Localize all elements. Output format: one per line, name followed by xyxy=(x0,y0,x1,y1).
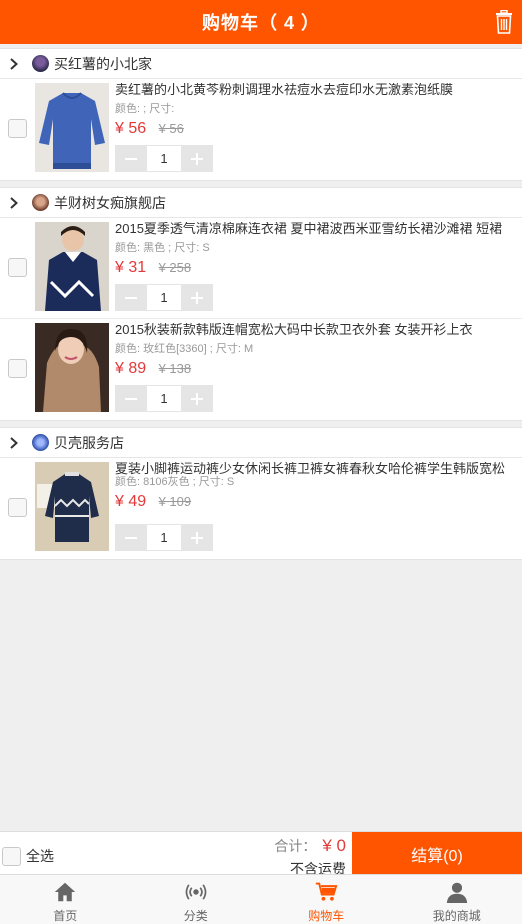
total-label: 合计： xyxy=(274,838,317,854)
cart-list: 买红薯的小北家 卖红薯的小北黄芩粉刺调理水祛痘水去痘印水无激素泡纸膜 颜色: ;… xyxy=(0,44,522,560)
quantity-input[interactable]: 1 xyxy=(147,284,181,311)
user-icon xyxy=(446,882,467,903)
item-original-price: ¥ 56 xyxy=(158,121,184,136)
tab-profile[interactable]: 我的商城 xyxy=(392,875,522,924)
checkout-button[interactable]: 结算(0) xyxy=(352,832,522,875)
increase-button[interactable] xyxy=(181,284,213,311)
tab-label: 首页 xyxy=(53,909,78,923)
increase-button[interactable] xyxy=(181,524,213,551)
item-spec: 颜色: 8106灰色 ; 尺寸: S xyxy=(115,476,235,488)
page-title: 购物车（ 4 ） xyxy=(201,13,320,33)
item-checkbox[interactable] xyxy=(8,119,27,138)
checkout-bar: 全选 合计： ¥ 0 不含运费 结算(0) xyxy=(0,831,522,877)
chevron-right-icon xyxy=(10,57,18,70)
item-price: ¥ 89 xyxy=(115,360,147,377)
item-spec: 颜色: ; 尺寸: xyxy=(115,103,175,115)
quantity-input[interactable]: 1 xyxy=(147,385,181,412)
increase-button[interactable] xyxy=(181,145,213,172)
shop-group: 贝壳服务店 夏装小脚裤运动裤少女休闲长裤卫裤女裤春秋女哈伦裤学生韩版宽松 颜色:… xyxy=(0,427,522,560)
decrease-button[interactable] xyxy=(115,524,147,551)
product-image[interactable] xyxy=(35,83,109,172)
total-amount: ¥ 0 xyxy=(322,836,346,855)
shop-header[interactable]: 贝壳服务店 xyxy=(0,428,522,458)
plus-icon xyxy=(191,152,203,165)
shop-header[interactable]: 买红薯的小北家 xyxy=(0,49,522,79)
cart-item: 2015秋装新款韩版连帽宽松大码中长款卫衣外套 女装开衫上衣 颜色: 玫红色[3… xyxy=(0,319,522,420)
plus-icon xyxy=(191,291,203,304)
item-original-price: ¥ 258 xyxy=(158,260,192,275)
broadcast-icon xyxy=(185,884,207,900)
item-spec: 颜色: 玫红色[3360] ; 尺寸: M xyxy=(115,343,254,355)
select-all-toggle[interactable]: 全选 xyxy=(2,846,54,866)
decrease-button[interactable] xyxy=(115,145,147,172)
quantity-stepper: 1 xyxy=(115,145,213,172)
quantity-stepper: 1 xyxy=(115,385,213,412)
item-checkbox[interactable] xyxy=(8,359,27,378)
increase-button[interactable] xyxy=(181,385,213,412)
tab-cart[interactable]: 购物车 xyxy=(261,875,392,924)
item-title[interactable]: 2015夏季透气清凉棉麻连衣裙 夏中裙波西米亚雪纺长裙沙滩裙 短裙 xyxy=(115,222,514,236)
app-header: 购物车（ 4 ） xyxy=(0,0,522,44)
shop-group: 羊财树女痴旗舰店 2015夏季透气清凉棉麻连衣裙 夏中裙波西米亚雪纺长裙沙滩裙 … xyxy=(0,187,522,421)
decrease-button[interactable] xyxy=(115,385,147,412)
cart-item: 2015夏季透气清凉棉麻连衣裙 夏中裙波西米亚雪纺长裙沙滩裙 短裙 颜色: 黑色… xyxy=(0,218,522,319)
shop-name[interactable]: 买红薯的小北家 xyxy=(54,54,152,74)
shop-name[interactable]: 羊财树女痴旗舰店 xyxy=(54,193,166,213)
item-title[interactable]: 夏装小脚裤运动裤少女休闲长裤卫裤女裤春秋女哈伦裤学生韩版宽松 xyxy=(115,462,514,476)
shop-header[interactable]: 羊财树女痴旗舰店 xyxy=(0,188,522,218)
quantity-stepper: 1 xyxy=(115,524,213,551)
item-spec: 颜色: 黑色 ; 尺寸: S xyxy=(115,242,210,254)
shop-avatar xyxy=(32,55,49,72)
minus-icon xyxy=(125,397,137,400)
item-original-price: ¥ 109 xyxy=(158,494,192,509)
shop-group: 买红薯的小北家 卖红薯的小北黄芩粉刺调理水祛痘水去痘印水无激素泡纸膜 颜色: ;… xyxy=(0,48,522,181)
trash-icon[interactable] xyxy=(494,10,514,34)
decrease-button[interactable] xyxy=(115,284,147,311)
item-price: ¥ 49 xyxy=(115,493,147,510)
select-all-checkbox[interactable] xyxy=(2,846,21,866)
item-checkbox[interactable] xyxy=(8,258,27,277)
tab-home[interactable]: 首页 xyxy=(0,875,131,924)
bottom-tab-bar: 首页 分类 购物车 我的商城 xyxy=(0,874,522,924)
item-title[interactable]: 2015秋装新款韩版连帽宽松大码中长款卫衣外套 女装开衫上衣 xyxy=(115,323,514,337)
item-original-price: ¥ 138 xyxy=(158,361,192,376)
total-summary: 合计： ¥ 0 不含运费 xyxy=(274,836,346,879)
shop-avatar xyxy=(32,434,49,451)
shop-avatar xyxy=(32,194,49,211)
chevron-right-icon xyxy=(10,196,18,209)
tab-label: 分类 xyxy=(183,909,208,923)
item-price: ¥ 31 xyxy=(115,259,147,276)
quantity-stepper: 1 xyxy=(115,284,213,311)
select-all-label: 全选 xyxy=(26,848,54,864)
item-price: ¥ 56 xyxy=(115,120,147,137)
minus-icon xyxy=(125,157,137,160)
plus-icon xyxy=(191,392,203,405)
home-icon xyxy=(55,882,76,902)
shop-name[interactable]: 贝壳服务店 xyxy=(54,433,124,453)
quantity-input[interactable]: 1 xyxy=(147,524,181,551)
cart-icon xyxy=(316,882,338,901)
product-image[interactable] xyxy=(35,462,109,551)
cart-item: 卖红薯的小北黄芩粉刺调理水祛痘水去痘印水无激素泡纸膜 颜色: ; 尺寸: ¥ 5… xyxy=(0,79,522,180)
chevron-right-icon xyxy=(10,436,18,449)
minus-icon xyxy=(125,536,137,539)
tab-category[interactable]: 分类 xyxy=(131,875,262,924)
product-image[interactable] xyxy=(35,323,109,412)
plus-icon xyxy=(191,531,203,544)
minus-icon xyxy=(125,296,137,299)
tab-label: 我的商城 xyxy=(432,909,481,923)
item-checkbox[interactable] xyxy=(8,498,27,517)
product-image[interactable] xyxy=(35,222,109,311)
cart-item: 夏装小脚裤运动裤少女休闲长裤卫裤女裤春秋女哈伦裤学生韩版宽松 颜色: 8106灰… xyxy=(0,458,522,559)
quantity-input[interactable]: 1 xyxy=(147,145,181,172)
item-title[interactable]: 卖红薯的小北黄芩粉刺调理水祛痘水去痘印水无激素泡纸膜 xyxy=(115,83,514,97)
tab-label: 购物车 xyxy=(308,909,345,923)
